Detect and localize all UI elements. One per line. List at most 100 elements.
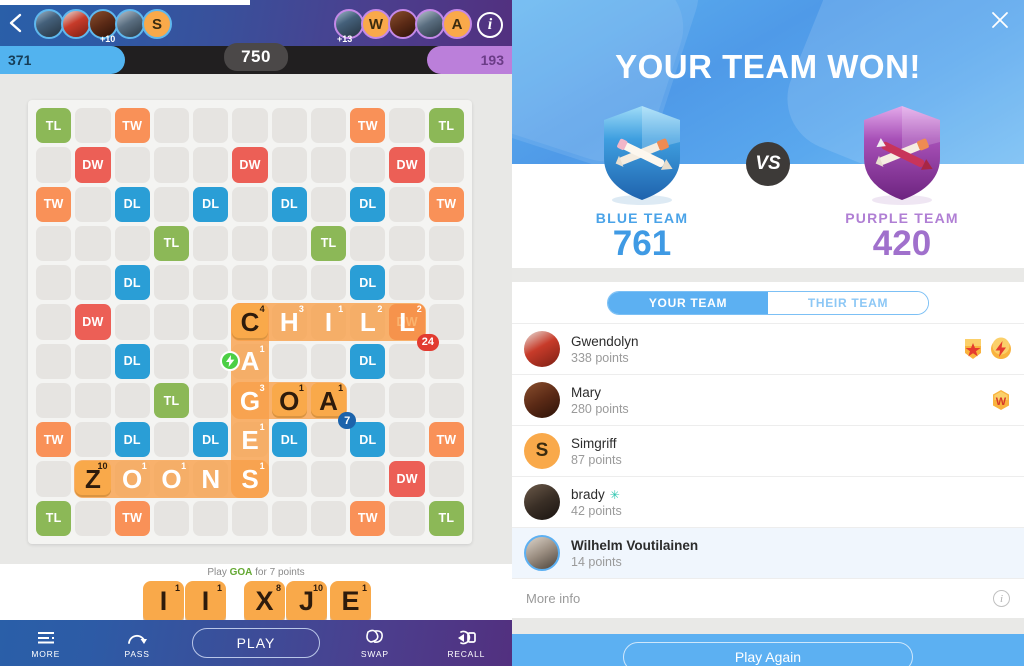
info-icon[interactable]: i xyxy=(993,590,1010,607)
blue-avatar-1[interactable] xyxy=(34,9,64,39)
avatar[interactable]: S xyxy=(524,433,560,469)
rack-tile-points: 1 xyxy=(361,583,367,593)
recall-label: RECALL xyxy=(447,649,486,659)
board-tile-g[interactable]: G3 xyxy=(232,383,267,418)
team-tabs[interactable]: YOUR TEAM THEIR TEAM xyxy=(607,291,929,315)
word-score-bubble: 24 xyxy=(416,333,439,351)
close-icon xyxy=(992,12,1008,28)
tile-letter: L xyxy=(399,306,416,337)
blue-avatar-5[interactable]: S xyxy=(142,9,172,39)
board-tile-l[interactable]: L2 xyxy=(350,304,385,339)
screenshot-root: S WA i 371 +10 +13 193 750 TL TW TW TL DW DW D… xyxy=(0,0,1024,666)
purple-team-score: 420 xyxy=(872,224,932,263)
close-button[interactable] xyxy=(988,8,1012,32)
tile-letter: O xyxy=(279,385,300,416)
tile-points: 1 xyxy=(259,461,265,472)
tile-points: 4 xyxy=(259,304,265,315)
player-badges xyxy=(962,337,1012,361)
avatar[interactable] xyxy=(524,484,560,520)
tile-rack[interactable]: I 1 I 1 X 8 J 10 E 1 xyxy=(0,581,512,622)
game-panel: S WA i 371 +10 +13 193 750 TL TW TW TL DW DW D… xyxy=(0,0,512,666)
lightning-badge[interactable] xyxy=(990,337,1012,361)
tile-points: 1 xyxy=(298,382,304,393)
player-list[interactable]: Gwendolyn 338 points Mary 280 points W S Simgr… xyxy=(512,323,1024,578)
result-title: YOUR TEAM WON! xyxy=(615,48,921,85)
purple-avatar-3[interactable] xyxy=(388,9,418,39)
swap-button[interactable]: SWAP xyxy=(329,620,420,666)
player-row[interactable]: S Simgriff 87 points xyxy=(512,425,1024,476)
purple-avatar-5[interactable]: A xyxy=(442,9,472,39)
info-icon[interactable]: i xyxy=(477,12,503,38)
tile-points: 1 xyxy=(259,422,265,433)
tab-your-team[interactable]: YOUR TEAM xyxy=(608,292,768,314)
player-info: Mary 280 points xyxy=(571,385,990,416)
rack-tile-i-1[interactable]: I1 xyxy=(143,581,184,622)
more-info-row[interactable]: More info i xyxy=(512,578,1024,618)
board-grid[interactable]: TL TW TW TL DW DW DW TW DL DL DL DL TW TL TL DL DL DW DW DL… xyxy=(34,106,466,538)
player-points: 338 points xyxy=(571,350,629,365)
pass-icon xyxy=(127,627,148,647)
board-tile-i[interactable]: I1 xyxy=(311,304,346,339)
avatar[interactable] xyxy=(524,382,560,418)
hint-word: GOA xyxy=(229,567,253,578)
rack-tile-x-3[interactable]: X8 xyxy=(244,581,285,622)
player-info: Gwendolyn 338 points xyxy=(571,334,962,365)
blue-avatar-2[interactable] xyxy=(61,9,91,39)
board-tile-e[interactable]: E1 xyxy=(232,422,267,457)
board-tile-h[interactable]: H3 xyxy=(272,304,307,339)
board-tile-o[interactable]: O1 xyxy=(115,461,150,496)
blue-team-score: 761 xyxy=(612,224,672,263)
result-scorebox: BLUE TEAM 761 VS PURPLE TEAM 420 xyxy=(512,106,1024,268)
player-row[interactable]: brady ✳ 42 points xyxy=(512,476,1024,527)
target-score: 750 xyxy=(224,43,288,71)
board-tile-o[interactable]: O1 xyxy=(154,461,189,496)
word-score-bubble: 7 xyxy=(338,412,357,430)
board-tile-z[interactable]: Z 10 xyxy=(75,461,111,497)
blue-score: 371 xyxy=(0,46,125,74)
play-button[interactable]: PLAY xyxy=(191,628,321,658)
purple-avatar-2[interactable]: W xyxy=(361,9,391,39)
swap-label: SWAP xyxy=(360,649,389,659)
recall-button[interactable]: RECALL xyxy=(421,620,512,666)
back-button[interactable] xyxy=(6,12,26,34)
board-tile-n[interactable]: N xyxy=(193,461,228,496)
player-name: Wilhelm Voutilainen xyxy=(571,537,699,553)
tile-letter: H xyxy=(279,306,299,337)
tile-points: 2 xyxy=(377,304,383,315)
result-panel: YOUR TEAM WON! BLUE TEAM 761 VS PURPLE T… xyxy=(512,0,1024,666)
board-tile-o[interactable]: O1 xyxy=(271,382,307,419)
rack-tile-i-2[interactable]: I1 xyxy=(185,581,226,622)
rack-tile-letter: J xyxy=(298,586,315,616)
more-icon xyxy=(36,627,56,647)
more-button[interactable]: MORE xyxy=(0,620,91,666)
avatar[interactable] xyxy=(524,331,560,367)
star-shield-badge[interactable] xyxy=(962,337,984,361)
player-badges: W xyxy=(990,388,1012,412)
game-board[interactable]: TL TW TW TL DW DW DW TW DL DL DL DL TW TL TL DL DL DW DW DL… xyxy=(28,100,472,544)
pass-button[interactable]: PASS xyxy=(91,620,182,666)
purple-avatar-4[interactable] xyxy=(415,9,445,39)
tile-letter: G xyxy=(239,385,261,416)
tab-their-team[interactable]: THEIR TEAM xyxy=(768,292,928,314)
w-hexagon-badge[interactable]: W xyxy=(990,388,1012,412)
tile-letter: A xyxy=(319,385,338,416)
purple-team-avatars[interactable]: WA xyxy=(334,9,472,39)
tile-points: 1 xyxy=(338,304,344,315)
game-info-wrap: i xyxy=(470,10,503,38)
status-bar-notch xyxy=(0,0,250,5)
player-name: brady ✳ xyxy=(571,486,620,502)
player-row[interactable]: Gwendolyn 338 points xyxy=(512,323,1024,374)
rack-tile-e-5[interactable]: E1 xyxy=(330,581,371,622)
rack-tile-j-4[interactable]: J 10 xyxy=(286,581,327,622)
play-again-button[interactable]: Play Again xyxy=(623,642,913,666)
board-tile-l[interactable]: L2 xyxy=(389,304,424,339)
avatar[interactable] xyxy=(524,535,560,571)
board-tile-c[interactable]: C4 xyxy=(232,304,268,340)
rack-tile-letter: I xyxy=(159,586,168,616)
player-row[interactable]: Mary 280 points W xyxy=(512,374,1024,425)
vs-badge: VS xyxy=(746,142,790,186)
board-tile-s[interactable]: S1 xyxy=(232,461,267,496)
blue-avatar-4[interactable] xyxy=(115,9,145,39)
player-row[interactable]: Wilhelm Voutilainen 14 points xyxy=(512,527,1024,578)
result-spacer xyxy=(512,618,1024,634)
